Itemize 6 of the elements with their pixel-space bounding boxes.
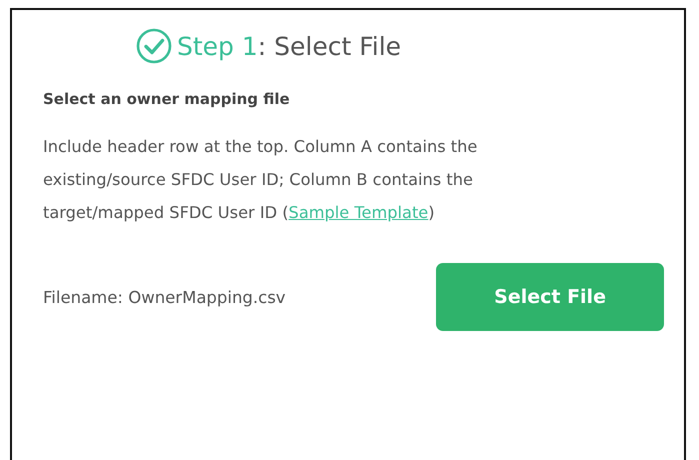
filename-label: Filename: OwnerMapping.csv (43, 288, 287, 306)
step-title: Step 1: Select File (177, 32, 402, 60)
select-file-button[interactable]: Select File (436, 263, 664, 331)
description-text: Include header row at the top. Column A contains the existing/source SFDC User ID; Column B contains the target/mapped SFDC User ID (Sample Template) (43, 136, 478, 224)
sample-template-link[interactable]: Sample Template (288, 203, 428, 222)
section-heading: Select an owner mapping file (43, 90, 291, 108)
